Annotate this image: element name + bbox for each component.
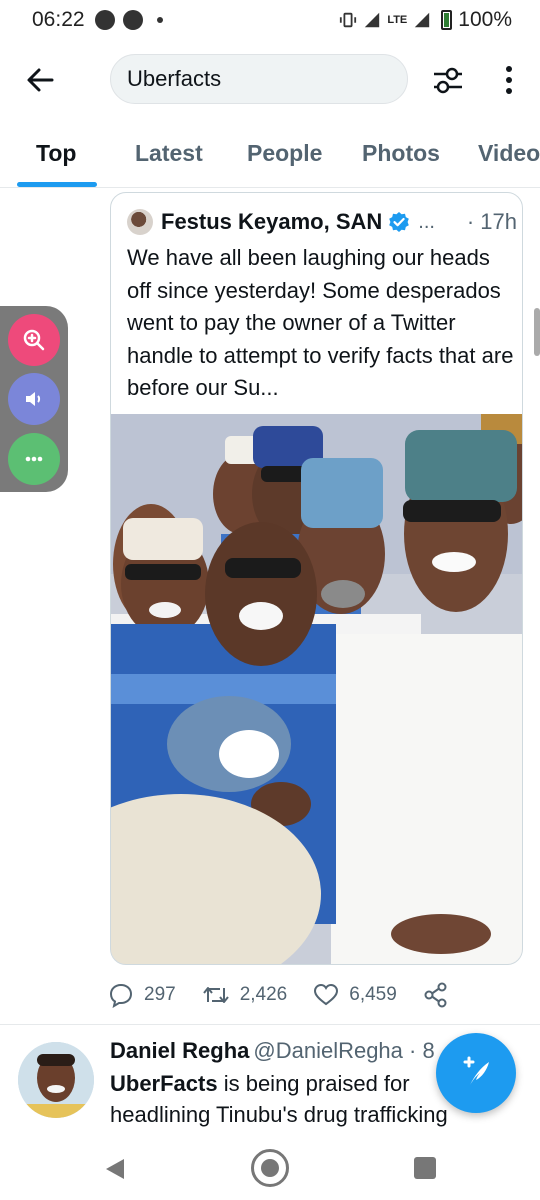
avatar-image (18, 1042, 94, 1118)
photo-illustration (111, 414, 522, 964)
share-icon (424, 982, 447, 1008)
avatar[interactable] (127, 209, 153, 235)
like-icon (314, 983, 339, 1006)
search-header: Uberfacts (0, 48, 540, 112)
tweet-author-name[interactable]: Daniel Regha (110, 1038, 249, 1063)
retweet-button[interactable]: 2,426 (202, 982, 288, 1008)
engagement-bar: 297 2,426 6,459 (108, 978, 508, 1012)
vibrate-icon (340, 12, 357, 28)
signal-icon (365, 12, 380, 28)
compose-icon (463, 1056, 489, 1085)
reply-count: 297 (144, 984, 176, 1005)
battery-level: 100% (458, 8, 512, 31)
search-tabs: Top Latest People Photos Video (0, 128, 540, 188)
active-tab-indicator (17, 182, 97, 187)
network-type: LTE (387, 14, 408, 26)
dots-icon (25, 456, 43, 462)
nav-recents-icon[interactable] (414, 1157, 436, 1179)
messenger-icon (122, 10, 143, 30)
retweet-count: 2,426 (239, 984, 288, 1005)
sound-icon (26, 392, 41, 406)
filter-icon[interactable] (430, 62, 466, 98)
floating-menu (0, 306, 68, 492)
tab-people[interactable]: People (247, 140, 322, 167)
tab-photos[interactable]: Photos (362, 140, 440, 167)
sound-button[interactable] (8, 373, 60, 425)
quoted-tweet-time: · 17h (466, 209, 517, 234)
quoted-tweet-header: Festus Keyamo, SAN ... · 17h (127, 207, 517, 237)
scrollbar[interactable] (534, 308, 540, 356)
tab-latest[interactable]: Latest (135, 140, 203, 167)
nav-back-icon[interactable] (104, 1157, 126, 1181)
more-notifications-icon (156, 17, 163, 23)
status-time: 06:22 (32, 8, 85, 31)
like-count: 6,459 (349, 984, 397, 1005)
more-vertical-icon[interactable] (494, 62, 524, 98)
quoted-author-name[interactable]: Festus Keyamo, SAN (161, 209, 382, 235)
truncated-handle: ... (418, 210, 435, 233)
reply-button[interactable]: 297 (108, 982, 176, 1008)
share-button[interactable] (423, 982, 459, 1008)
tweet-photo[interactable] (111, 414, 522, 964)
zoom-button[interactable] (8, 314, 60, 366)
app-notification-icon (94, 10, 115, 30)
more-button[interactable] (8, 433, 60, 485)
avatar[interactable] (18, 1042, 94, 1118)
tweet-text-highlight: UberFacts (110, 1071, 218, 1096)
signal-icon-2 (415, 12, 430, 28)
tab-video[interactable]: Video (478, 140, 540, 167)
zoom-icon (23, 329, 45, 351)
retweet-icon (202, 987, 229, 1003)
back-arrow-icon[interactable] (22, 62, 58, 98)
verified-icon (389, 212, 410, 232)
battery-icon (441, 10, 453, 30)
compose-tweet-button[interactable] (436, 1033, 516, 1113)
nav-home-icon[interactable] (251, 1149, 289, 1187)
quoted-tweet-card[interactable]: Festus Keyamo, SAN ... · 17h We have all… (110, 192, 523, 965)
like-button[interactable]: 6,459 (313, 982, 397, 1008)
reply-icon (109, 983, 133, 1008)
status-bar: 06:22 LTE 100% (0, 0, 540, 40)
tweet-divider (0, 1024, 540, 1025)
search-input[interactable]: Uberfacts (110, 54, 408, 104)
quoted-tweet-text: We have all been laughing our heads off … (127, 245, 514, 400)
tweet-author-handle[interactable]: @DanielRegha · 8 (253, 1038, 434, 1063)
system-navigation-bar (0, 1135, 540, 1200)
tab-top[interactable]: Top (36, 140, 76, 167)
